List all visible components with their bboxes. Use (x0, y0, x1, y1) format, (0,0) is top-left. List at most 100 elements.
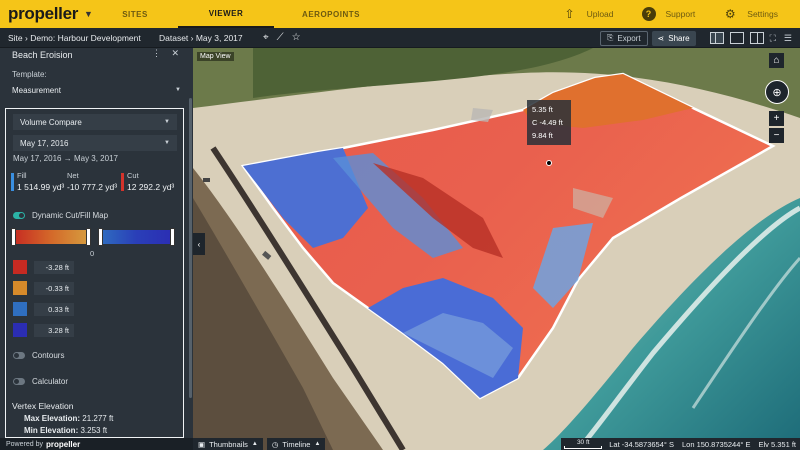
panel-header: Beach Eroision ⋮ ✕ (0, 48, 193, 62)
template-label: Template: (12, 70, 47, 79)
tab-sites[interactable]: SITES (110, 0, 160, 28)
fullscreen-icon[interactable]: ⛶ (770, 33, 776, 44)
contours-label: Contours (32, 351, 65, 360)
chevron-down-icon[interactable]: ▼ (84, 9, 93, 19)
elevation-readout: Elv 5.351 ft (758, 439, 796, 449)
support-label: Support (665, 9, 696, 19)
timeline-button[interactable]: ◷ Timeline ▲ (266, 438, 326, 450)
layout-split-icon[interactable] (749, 32, 764, 44)
settings-button[interactable]: ⚙ Settings (723, 7, 778, 21)
scale-bar: 30 ft (561, 439, 605, 449)
map-view[interactable]: Map View ‹ 5.35 ft C -4.49 ft 9.84 ft ⌂ … (193, 48, 800, 450)
home-icon[interactable]: ⌂ (769, 53, 784, 68)
measure-line-icon[interactable]: ⟋ (277, 32, 284, 43)
chevron-down-icon: ▼ (175, 87, 181, 93)
location-pin-icon[interactable]: ⌖ (263, 32, 269, 43)
cut-value: 12 292.2 yd³ (127, 182, 175, 192)
gradient-handle-neg[interactable] (86, 228, 91, 246)
cutfill-map-toggle[interactable] (13, 212, 25, 219)
chevron-down-icon: ▼ (164, 140, 170, 146)
image-icon: ▣ (198, 439, 206, 449)
color-stop-value[interactable]: -0.33 ft (34, 282, 74, 295)
color-swatch[interactable] (13, 302, 27, 316)
fill-value: 1 514.99 yd³ (17, 182, 65, 192)
calculator-label: Calculator (32, 377, 69, 386)
panel-scrollbar[interactable] (189, 98, 192, 398)
coordinate-readout: 30 ft Lat -34.5873654° S Lon 150.8735244… (561, 438, 800, 450)
color-swatch[interactable] (13, 281, 27, 295)
tooltip-line: 5.35 ft (532, 105, 553, 114)
compare-date-select[interactable]: May 17, 2016 ▼ (13, 135, 177, 151)
contours-toggle[interactable] (13, 352, 25, 359)
sliders-icon[interactable]: ☰ (784, 33, 792, 44)
vertex-elevation-title: Vertex Elevation (12, 401, 74, 411)
bottom-toolbar: ▣ Thumbnails ▲ ◷ Timeline ▲ 30 ft Lat -3… (193, 438, 800, 450)
cut-color-bar (121, 173, 124, 191)
context-bar: Site › Demo: Harbour Development Dataset… (0, 28, 800, 48)
zoom-out-button[interactable]: − (769, 128, 784, 143)
volume-type-select[interactable]: Volume Compare ▼ (13, 114, 177, 130)
panel-title[interactable]: Beach Eroision (12, 50, 73, 60)
net-stat: Net -10 777.2 yd³ (67, 171, 117, 192)
more-options-icon[interactable]: ⋮ (152, 48, 161, 58)
upload-label: Upload (586, 9, 614, 19)
cut-label: Cut (127, 171, 139, 180)
measurement-panel: Beach Eroision ⋮ ✕ Template: Measurement… (0, 48, 193, 438)
aerial-imagery (193, 48, 800, 450)
scale-line (564, 446, 603, 449)
thumbnails-button[interactable]: ▣ Thumbnails ▲ (193, 438, 263, 450)
powered-by-label: Powered by (6, 440, 43, 448)
net-value: -10 777.2 yd³ (67, 182, 118, 192)
propeller-logo[interactable]: propeller ▼ (0, 0, 108, 28)
gear-icon: ⚙ (724, 7, 736, 21)
gradient-handle-pos[interactable] (98, 228, 103, 246)
volume-compare-section: Volume Compare ▼ May 17, 2016 ▼ May 17, … (5, 108, 184, 438)
settings-label: Settings (747, 9, 778, 19)
thumbnails-label: Thumbnails (209, 439, 248, 449)
area-polygon-icon[interactable]: ☆ (292, 32, 301, 43)
fill-label: Fill (17, 171, 27, 180)
cut-stat: Cut 12 292.2 yd³ (127, 171, 174, 192)
clock-icon: ◷ (271, 439, 279, 449)
tab-aeropoints[interactable]: AEROPOINTS (286, 0, 376, 28)
arrow-right-icon: → (63, 154, 74, 163)
upload-button[interactable]: ⇧ Upload (563, 7, 614, 21)
compass-icon[interactable]: ⊕ (765, 80, 789, 104)
color-swatch[interactable] (13, 323, 27, 337)
close-icon[interactable]: ✕ (171, 48, 179, 58)
share-button[interactable]: ⋖ Share (651, 30, 696, 46)
template-select[interactable]: Measurement ▼ (12, 83, 181, 97)
calculator-toggle[interactable] (13, 378, 25, 385)
color-stop-value[interactable]: 0.33 ft (34, 303, 74, 316)
fill-stat: Fill 1 514.99 yd³ (17, 171, 64, 192)
date-range: May 17, 2016 → May 3, 2017 (13, 154, 118, 163)
gradient-handle-max[interactable] (170, 228, 175, 246)
max-elevation: Max Elevation: 21.277 ft (24, 414, 113, 423)
layout-single-icon[interactable] (729, 32, 744, 44)
support-button[interactable]: ? Support (641, 7, 696, 21)
max-elevation-value: 21.277 ft (82, 414, 114, 423)
chevron-down-icon: ▼ (164, 119, 170, 125)
zero-label: 0 (90, 249, 95, 258)
dataset-selector[interactable]: Dataset › May 3, 2017 (155, 33, 255, 43)
collapse-panel-button[interactable]: ‹ (193, 233, 205, 255)
tooltip-line: 9.84 ft (532, 131, 553, 140)
color-swatch[interactable] (13, 260, 27, 274)
volume-type-value: Volume Compare (20, 117, 82, 127)
date-range-to: May 3, 2017 (73, 154, 118, 163)
gradient-handle-min[interactable] (11, 228, 16, 246)
longitude-readout: Lon 150.8735244° E (681, 439, 751, 449)
powered-by-footer: Powered by propeller (0, 438, 193, 450)
layout-split-left-icon[interactable] (709, 32, 724, 44)
cut-gradient (13, 230, 91, 244)
color-stop-value[interactable]: -3.28 ft (34, 261, 74, 274)
export-button[interactable]: ⎘ Export (600, 30, 648, 46)
scale-label: 30 ft (576, 439, 590, 446)
footer-brand: propeller (45, 439, 81, 449)
vertex-marker[interactable] (546, 160, 552, 166)
breadcrumb[interactable]: Site › Demo: Harbour Development (0, 33, 155, 43)
compare-date-value: May 17, 2016 (20, 138, 69, 148)
color-stop-value[interactable]: 3.28 ft (34, 324, 74, 337)
tab-viewer[interactable]: VIEWER (178, 0, 274, 28)
zoom-in-button[interactable]: + (769, 111, 784, 126)
